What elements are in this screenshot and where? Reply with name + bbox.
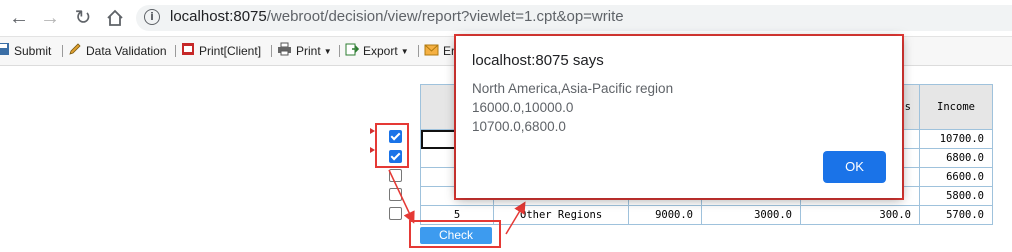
alert-dialog: localhost:8075 says North America,Asia-P… [456, 36, 902, 198]
arrow-to-alert [505, 201, 526, 235]
ok-button[interactable]: OK [823, 151, 886, 183]
alert-message-line: 10700.0,6800.0 [472, 119, 566, 134]
check-button[interactable]: Check [420, 227, 492, 244]
alert-message-line: North America,Asia-Pacific region [472, 81, 674, 96]
arrow-to-check-button [388, 169, 415, 224]
alert-title: localhost:8075 says [472, 52, 604, 69]
alert-message-line: 16000.0,10000.0 [472, 100, 574, 115]
